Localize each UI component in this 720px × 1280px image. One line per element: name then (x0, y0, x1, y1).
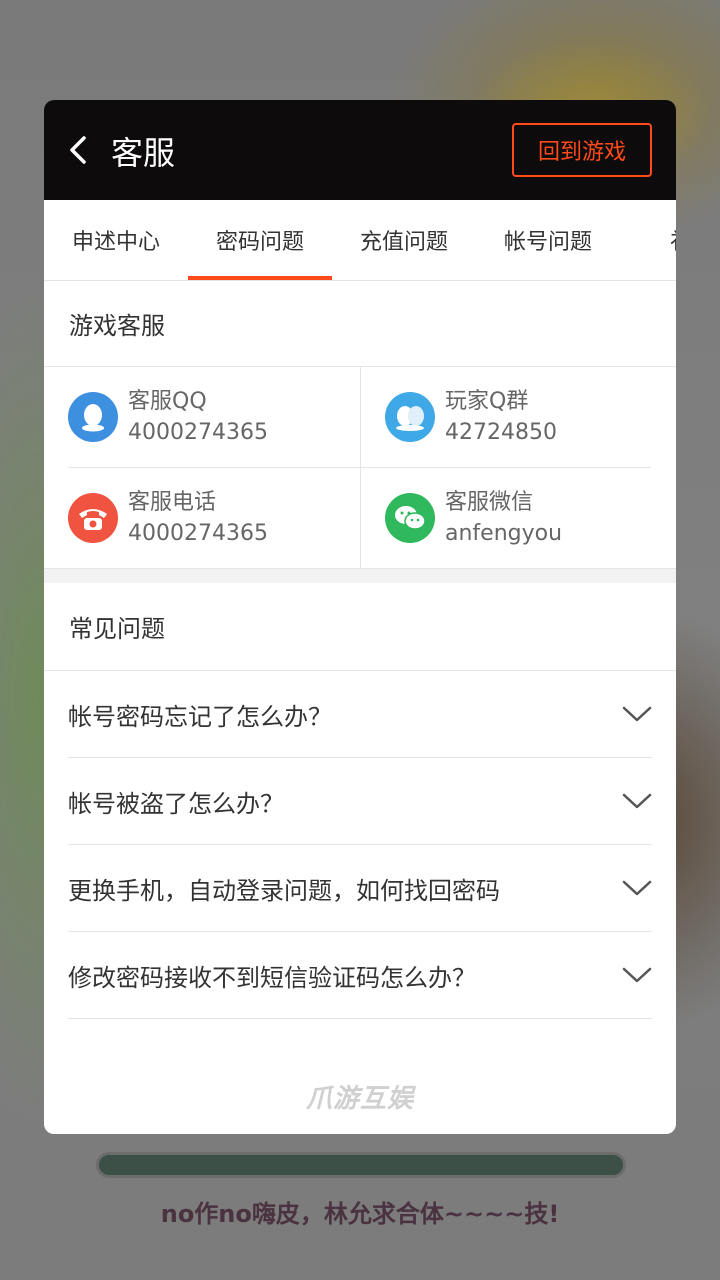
contact-label: 客服QQ (128, 389, 207, 414)
contact-value: 4000274365 (128, 521, 268, 546)
faq-item[interactable]: 帐号密码忘记了怎么办？ (68, 671, 652, 758)
contact-qq-group[interactable]: 玩家Q群 42724850 (385, 367, 676, 467)
faq-item[interactable]: 修改密码接收不到短信验证码怎么办？ (68, 932, 652, 1019)
faq-question: 修改密码接收不到短信验证码怎么办？ (68, 963, 476, 992)
wechat-icon (385, 493, 435, 543)
contact-value: 4000274365 (128, 420, 268, 445)
contact-qq[interactable]: 客服QQ 4000274365 (68, 367, 360, 467)
tab-password[interactable]: 密码问题 (188, 200, 332, 280)
phone-icon (68, 493, 118, 543)
contact-label: 客服电话 (128, 490, 217, 515)
customer-service-dialog: 客服 回到游戏 申述中心 密码问题 充值问题 帐号问题 礼包 游戏客服 客服QQ… (44, 100, 676, 1134)
tab-appeal-center[interactable]: 申述中心 (44, 200, 188, 280)
faq-section-title: 常见问题 (44, 583, 676, 671)
page-title: 客服 (111, 134, 176, 172)
chevron-down-icon (622, 793, 652, 809)
contact-label: 客服微信 (445, 490, 534, 515)
qq-group-icon (385, 392, 435, 442)
brand-logo: 爪游互娱 (305, 1084, 414, 1114)
chevron-down-icon (622, 967, 652, 983)
chevron-down-icon (622, 880, 652, 896)
contact-wechat[interactable]: 客服微信 anfengyou (385, 468, 676, 568)
back-arrow-icon[interactable] (66, 130, 92, 170)
contact-phone[interactable]: 客服电话 4000274365 (68, 468, 360, 568)
qq-icon (68, 392, 118, 442)
tab-recharge[interactable]: 充值问题 (332, 200, 476, 280)
faq-question: 更换手机，自动登录问题，如何找回密码 (68, 876, 500, 905)
contact-label: 玩家Q群 (445, 389, 529, 414)
divider (68, 467, 651, 468)
faq-item[interactable]: 帐号被盗了怎么办？ (68, 758, 652, 845)
section-gap (44, 569, 676, 583)
contact-value: anfengyou (445, 521, 563, 546)
faq-question: 帐号密码忘记了怎么办？ (68, 702, 332, 731)
faq-question: 帐号被盗了怎么办？ (68, 789, 284, 818)
faq-item[interactable]: 更换手机，自动登录问题，如何找回密码 (68, 845, 652, 932)
background-caption: no作no嗨皮，林允求合体~~~~技! (160, 1200, 560, 1228)
contact-value: 42724850 (445, 420, 557, 445)
dialog-header: 客服 回到游戏 (44, 100, 676, 200)
chevron-down-icon (622, 706, 652, 722)
divider (44, 568, 676, 569)
contact-grid: 客服QQ 4000274365 玩家Q群 42724850 客服电话 40002… (44, 367, 676, 569)
service-section-title: 游戏客服 (44, 281, 676, 367)
tab-bar: 申述中心 密码问题 充值问题 帐号问题 礼包 (44, 200, 676, 281)
divider (360, 367, 361, 569)
return-to-game-button[interactable]: 回到游戏 (512, 123, 652, 177)
tab-account[interactable]: 帐号问题 (476, 200, 620, 280)
tab-gift[interactable]: 礼包 (620, 200, 676, 280)
loading-bar (96, 1152, 626, 1178)
